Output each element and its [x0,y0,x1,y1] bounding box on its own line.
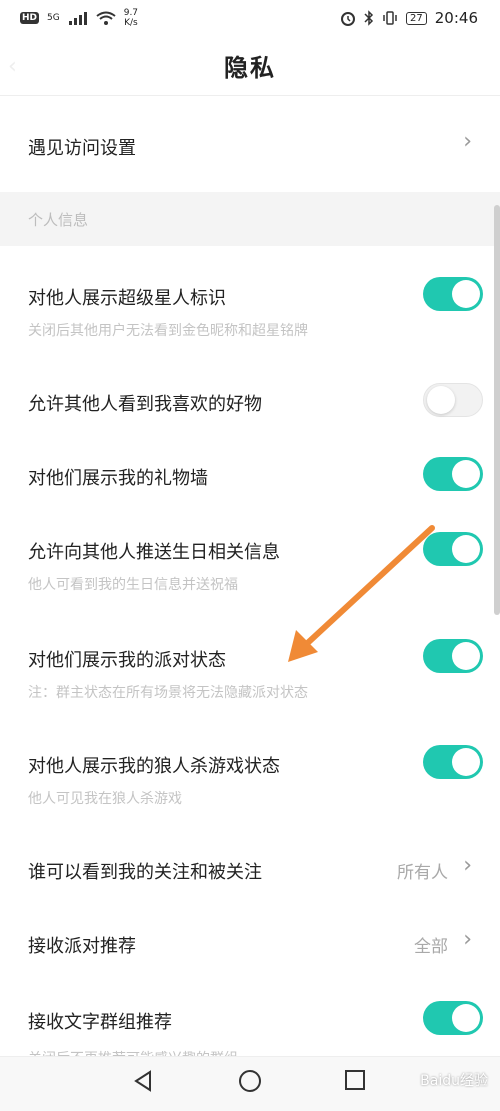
watermark: Baidu经验 [420,1073,488,1089]
home-circle-icon[interactable] [238,1069,262,1093]
back-triangle-icon[interactable] [132,1069,154,1093]
recent-apps-square-icon[interactable] [344,1069,366,1091]
annotation-arrow-icon [288,525,435,662]
